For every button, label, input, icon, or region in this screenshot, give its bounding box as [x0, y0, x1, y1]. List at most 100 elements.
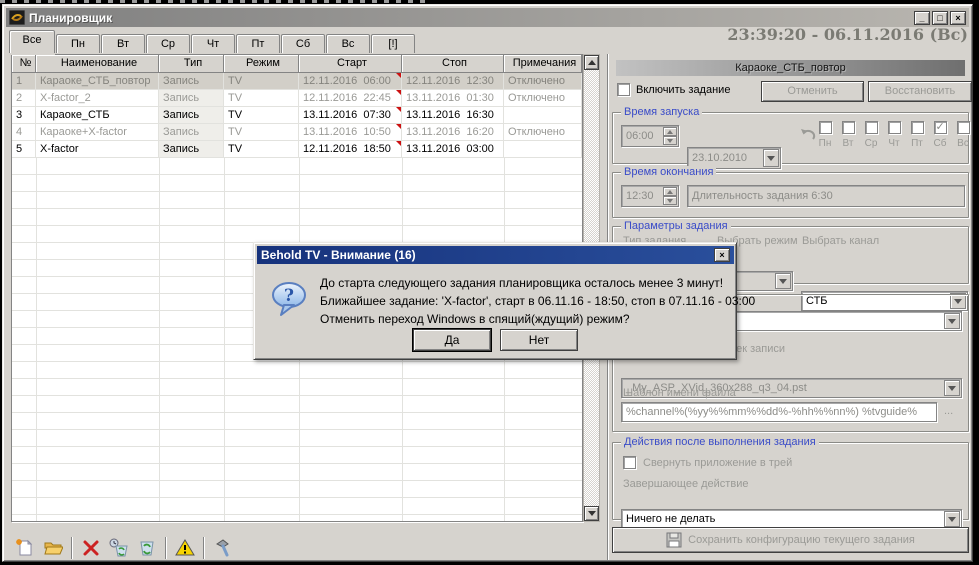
tab-all[interactable]: Все — [9, 30, 55, 53]
close-button[interactable]: × — [950, 11, 966, 25]
actions-group-title: Действия после выполнения задания — [621, 436, 819, 448]
browse-more-button[interactable]: ... — [944, 405, 953, 417]
save-config-label: Сохранить конфигурацию текущего задания — [688, 534, 915, 546]
cell-mode: TV — [224, 107, 299, 124]
yes-button[interactable]: Да — [413, 329, 491, 351]
end-time-spinner[interactable]: 12:30 — [621, 185, 679, 207]
tab-fri[interactable]: Пт — [236, 34, 280, 53]
chevron-down-icon — [779, 279, 787, 284]
day-checkbox-thu[interactable]: Чт — [884, 121, 904, 149]
col-num[interactable]: № — [12, 55, 36, 73]
spinner-buttons[interactable] — [663, 127, 677, 145]
params-group-title: Параметры задания — [621, 220, 731, 232]
open-folder-icon[interactable] — [41, 536, 65, 560]
dialog-close-button[interactable]: × — [714, 248, 730, 262]
red-corner-marker — [396, 90, 401, 95]
day-checkbox-mon[interactable]: Пн — [815, 121, 835, 149]
dropdown-button[interactable] — [944, 313, 960, 329]
checkbox[interactable] — [957, 121, 970, 134]
checkbox[interactable] — [865, 121, 878, 134]
day-checkbox-sun[interactable]: Вс — [953, 121, 973, 149]
no-button[interactable]: Нет — [500, 329, 578, 351]
dropdown-button[interactable] — [775, 273, 791, 289]
enable-task-label: Включить задание — [636, 84, 730, 96]
cell-start: 13.11.2016 10:50 — [299, 124, 402, 141]
tab-sun[interactable]: Вс — [326, 34, 370, 53]
spin-down-icon — [667, 199, 673, 203]
final-action-combo[interactable]: Ничего не делать — [621, 509, 962, 529]
day-checkbox-fri[interactable]: Пт — [907, 121, 927, 149]
dropdown-button[interactable] — [944, 380, 960, 396]
clean-all-icon[interactable] — [135, 536, 159, 560]
cell-name: X-factor — [36, 141, 159, 158]
checkbox[interactable] — [842, 121, 855, 134]
tab-tue[interactable]: Вт — [101, 34, 145, 53]
spin-up-icon — [667, 130, 673, 134]
day-checkbox-wed[interactable]: Ср — [861, 121, 881, 149]
dialog-message-line2: Ближайшее задание: 'X-factor', старт в 0… — [320, 294, 725, 309]
chevron-down-icon — [948, 517, 956, 522]
dropdown-button[interactable] — [763, 149, 779, 167]
maximize-button[interactable]: □ — [932, 11, 948, 25]
cancel-button[interactable]: Отменить — [761, 81, 864, 102]
tab-wed[interactable]: Ср — [146, 34, 190, 53]
new-task-icon[interactable] — [13, 536, 37, 560]
cell-mode: TV — [224, 90, 299, 107]
cell-num: 3 — [12, 107, 36, 124]
minimize-button[interactable]: _ — [914, 11, 930, 25]
tray-checkbox[interactable] — [623, 456, 636, 469]
delete-task-icon[interactable] — [79, 536, 103, 560]
col-note[interactable]: Примечания — [504, 55, 582, 73]
day-checkbox-sat[interactable]: Сб — [930, 121, 950, 149]
svg-text:?: ? — [284, 286, 294, 306]
table-row[interactable]: 3 Караоке_СТБ Запись TV 13.11.2016 07:30… — [12, 107, 582, 124]
restore-button[interactable]: Восстановить — [868, 81, 972, 102]
tab-alert[interactable]: [!] — [371, 34, 415, 53]
tab-mon[interactable]: Пн — [56, 34, 100, 53]
cell-num: 5 — [12, 141, 36, 158]
checkbox-checked[interactable] — [934, 121, 947, 134]
cell-note: Отключено — [504, 90, 582, 107]
dialog-message-line3: Отменить переход Windows в спящий(ждущий… — [320, 312, 725, 327]
table-row[interactable]: 2 X-factor_2 Запись TV 12.11.2016 22:45 … — [12, 90, 582, 107]
cell-note: Отключено — [504, 73, 582, 90]
tools-hammer-icon[interactable] — [211, 536, 235, 560]
checkbox[interactable] — [888, 121, 901, 134]
checkbox[interactable] — [819, 121, 832, 134]
col-name[interactable]: Наименование — [36, 55, 159, 73]
tab-thu[interactable]: Чт — [191, 34, 235, 53]
duration-field: Длительность задания 6:30 — [687, 185, 965, 207]
dialog-message-line1: До старта следующего задания планировщик… — [320, 276, 725, 291]
table-row[interactable]: 1 Караоке_СТБ_повтор Запись TV 12.11.201… — [12, 73, 582, 90]
cell-note: Отключено — [504, 124, 582, 141]
day-checkbox-tue[interactable]: Вт — [838, 121, 858, 149]
col-mode[interactable]: Режим — [224, 55, 299, 73]
end-time-group: Время окончания 12:30 Длительность задан… — [612, 172, 969, 218]
warning-icon[interactable] — [173, 536, 197, 560]
checkbox[interactable] — [911, 121, 924, 134]
clean-expired-icon[interactable] — [107, 536, 131, 560]
scroll-down-button[interactable] — [584, 506, 599, 521]
col-start[interactable]: Старт — [299, 55, 402, 73]
enable-task-checkbox[interactable] — [617, 83, 630, 96]
cell-type: Запись — [159, 73, 224, 90]
col-stop[interactable]: Стоп — [402, 55, 504, 73]
filename-template-input[interactable]: %channel%(%yy%%mm%%dd%-%hh%%nn%) %tvguid… — [621, 402, 937, 422]
table-row[interactable]: 4 Караоке+X-factor Запись TV 13.11.2016 … — [12, 124, 582, 141]
dropdown-button[interactable] — [944, 511, 960, 527]
behold-dialog: Behold TV - Внимание (16) × ? До старта … — [253, 242, 737, 360]
tab-sat[interactable]: Сб — [281, 34, 325, 53]
start-time-spinner[interactable]: 06:00 — [621, 125, 679, 147]
post-actions-group: Действия после выполнения задания Сверну… — [612, 442, 969, 520]
selected-task-header: Караоке_СТБ_повтор — [616, 60, 965, 76]
bottom-toolbar — [13, 535, 239, 561]
window-title: Планировщик — [29, 11, 912, 25]
spinner-buttons[interactable] — [663, 187, 677, 205]
scroll-up-button[interactable] — [584, 55, 599, 70]
dialog-titlebar: Behold TV - Внимание (16) × — [257, 246, 734, 264]
spin-up-icon — [667, 190, 673, 194]
red-corner-marker — [396, 141, 401, 146]
table-row[interactable]: 5 X-factor Запись TV 12.11.2016 18:50 13… — [12, 141, 582, 158]
save-config-button[interactable]: Сохранить конфигурацию текущего задания — [612, 527, 969, 553]
col-type[interactable]: Тип — [159, 55, 224, 73]
